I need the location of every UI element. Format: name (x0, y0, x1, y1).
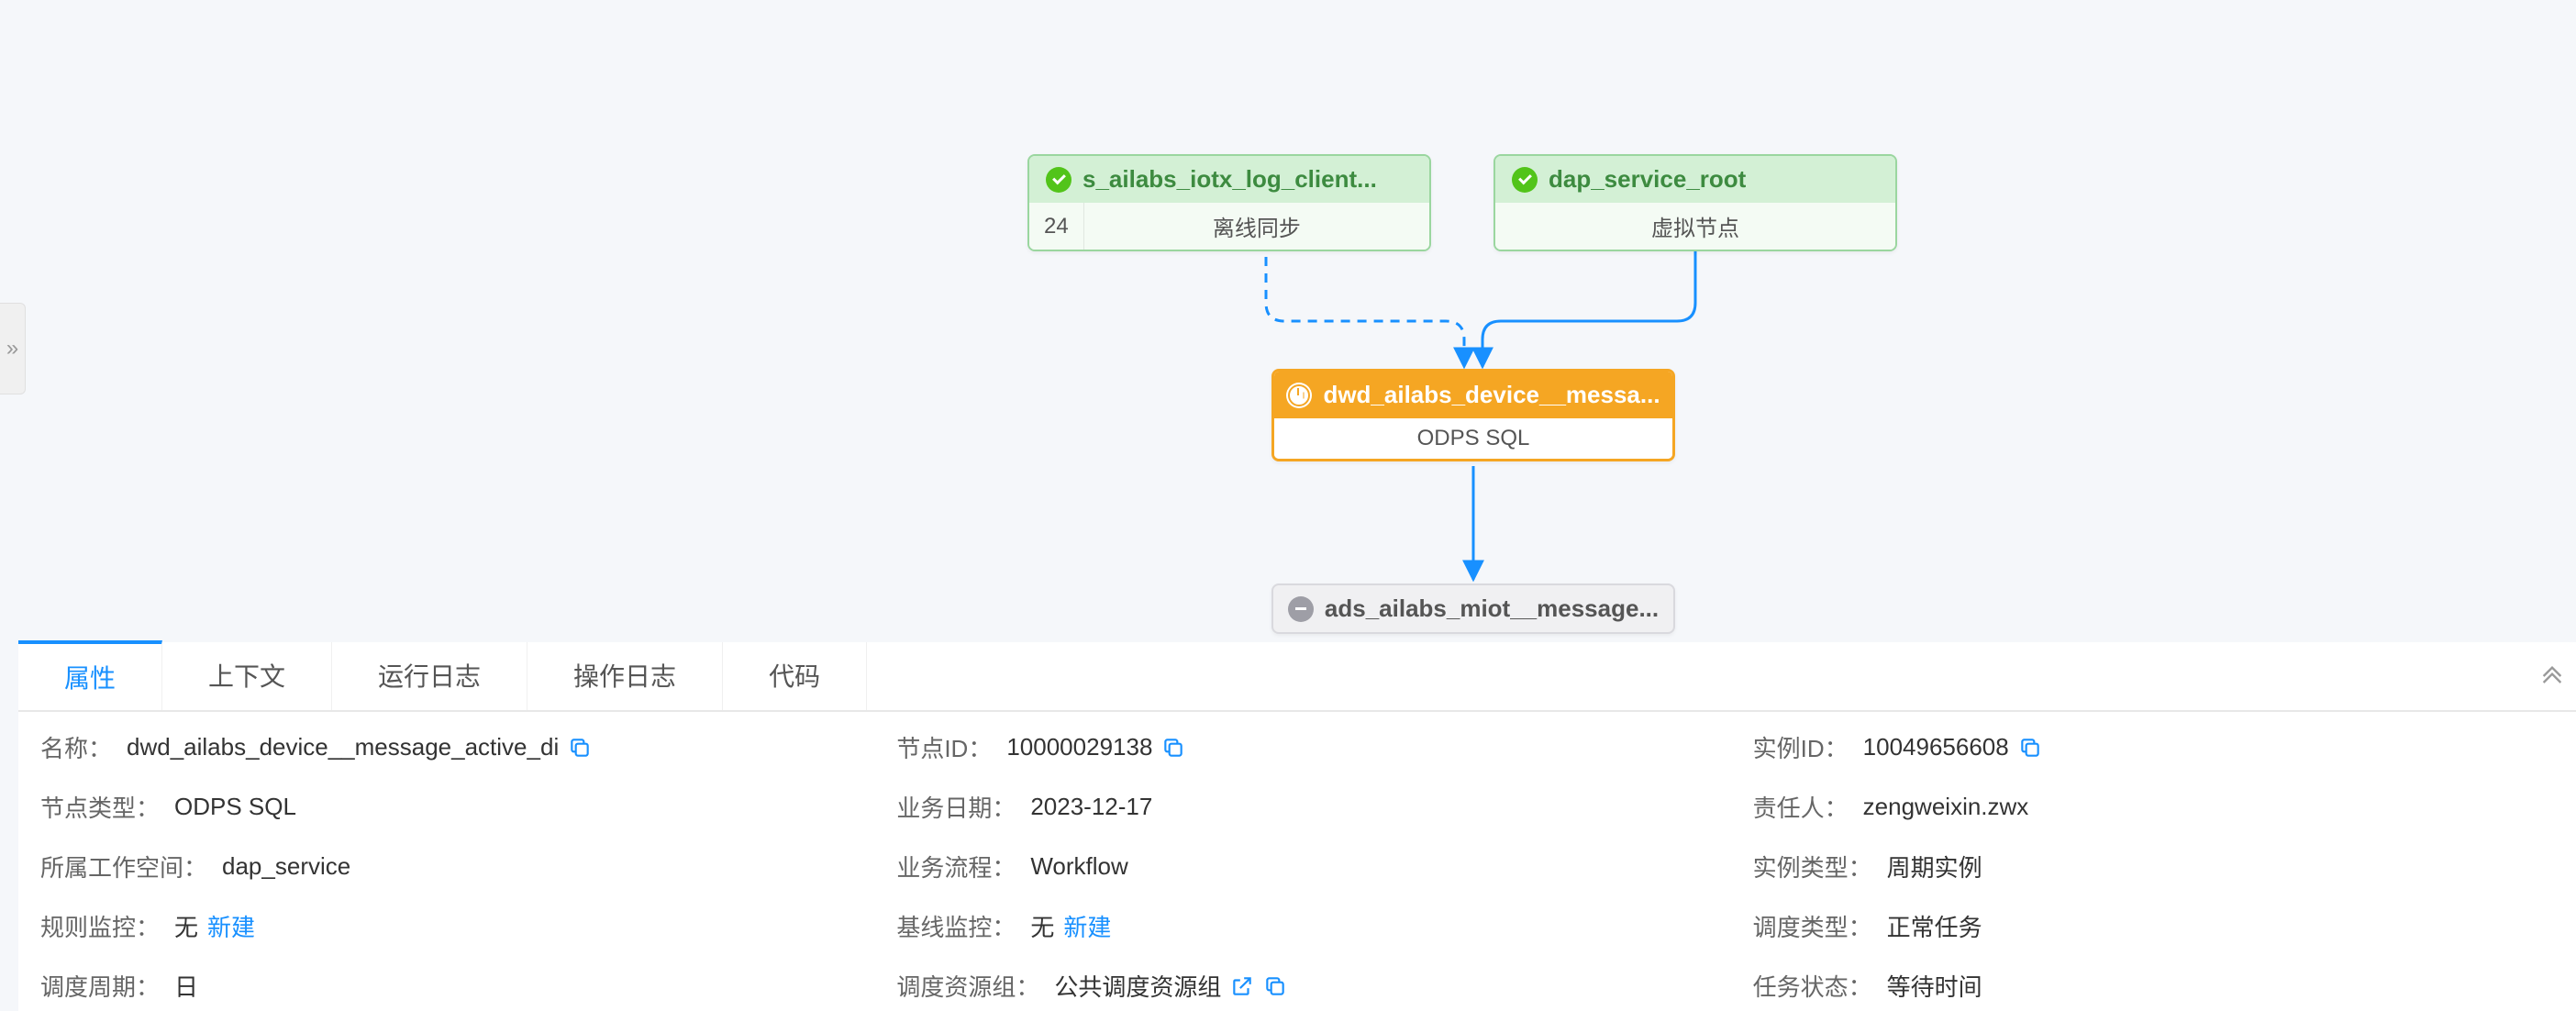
copy-icon[interactable] (2018, 736, 2042, 760)
node-title: dap_service_root (1549, 165, 1746, 194)
node-header: ads_ailabs_miot__message... (1273, 585, 1673, 632)
dag-canvas[interactable]: s_ailabs_iotx_log_client... 24 离线同步 dap_… (0, 0, 2576, 642)
value: ODPS SQL (174, 793, 296, 821)
panel-tabs: 属性 上下文 运行日志 操作日志 代码 (18, 642, 2576, 712)
prop-schedule-cycle: 调度周期： 日 (40, 969, 841, 1003)
prop-node-type: 节点类型： ODPS SQL (40, 790, 841, 824)
node-title: s_ailabs_iotx_log_client... (1083, 165, 1377, 194)
label: 调度周期： (40, 969, 160, 1003)
node-subrow: 24 离线同步 (1029, 203, 1429, 250)
panel-collapse-icon[interactable] (2539, 661, 2565, 693)
prop-node-id: 节点ID： 10000029138 (896, 730, 1697, 764)
node-subtype: ODPS SQL (1274, 418, 1672, 459)
value: 公共调度资源组 (1054, 969, 1221, 1003)
prop-rule-monitor: 规则监控： 无 新建 (40, 909, 841, 943)
value: 2023-12-17 (1030, 793, 1152, 821)
label: 节点类型： (40, 790, 160, 824)
value: 正常任务 (1887, 909, 1982, 943)
label: 调度类型： (1753, 909, 1872, 943)
node-header: dap_service_root (1495, 156, 1895, 203)
prop-biz-date: 业务日期： 2023-12-17 (896, 790, 1697, 824)
prop-workflow: 业务流程： Workflow (896, 850, 1697, 883)
label: 名称： (40, 730, 112, 764)
node-subrow: ODPS SQL (1274, 418, 1672, 459)
tab-context[interactable]: 上下文 (162, 642, 332, 710)
label: 实例ID： (1753, 730, 1849, 764)
value: 等待时间 (1887, 969, 1982, 1003)
prop-owner: 责任人： zengweixin.zwx (1753, 790, 2554, 824)
node-header: s_ailabs_iotx_log_client... (1029, 156, 1429, 203)
label: 规则监控： (40, 909, 160, 943)
tab-run-log[interactable]: 运行日志 (332, 642, 527, 710)
node-title: ads_ailabs_miot__message... (1325, 594, 1659, 623)
node-subtype: 离线同步 (1084, 203, 1429, 250)
value: 10000029138 (1006, 733, 1152, 761)
label: 任务状态： (1753, 969, 1872, 1003)
tab-op-log[interactable]: 操作日志 (527, 642, 723, 710)
label: 节点ID： (896, 730, 992, 764)
dag-edges (0, 0, 2576, 642)
dag-node-s-ailabs-iotx-log-client[interactable]: s_ailabs_iotx_log_client... 24 离线同步 (1027, 154, 1431, 251)
value: Workflow (1030, 852, 1127, 881)
dag-node-ads-ailabs-miot-message[interactable]: ads_ailabs_miot__message... (1271, 583, 1675, 634)
clock-icon (1286, 383, 1312, 408)
label: 基线监控： (896, 909, 1016, 943)
label: 业务日期： (896, 790, 1016, 824)
check-circle-icon (1512, 167, 1538, 193)
node-header: dwd_ailabs_device__messa... (1274, 372, 1672, 418)
prop-task-status: 任务状态： 等待时间 (1753, 969, 2554, 1003)
value: dwd_ailabs_device__message_active_di (127, 733, 559, 761)
label: 实例类型： (1753, 850, 1872, 883)
prop-name: 名称： dwd_ailabs_device__message_active_di (40, 730, 841, 764)
node-title: dwd_ailabs_device__messa... (1323, 381, 1660, 409)
properties-grid: 名称： dwd_ailabs_device__message_active_di… (18, 712, 2576, 1011)
label: 所属工作空间： (40, 850, 207, 883)
app-root: » s_ailabs_iotx_log_client... 24 离线 (0, 0, 2576, 1011)
tab-code[interactable]: 代码 (723, 642, 867, 710)
detail-panel: 属性 上下文 运行日志 操作日志 代码 名称： dwd_ailabs_devic… (18, 642, 2576, 1011)
copy-icon[interactable] (1263, 974, 1287, 998)
new-baseline-link[interactable]: 新建 (1063, 909, 1111, 943)
node-subrow: 虚拟节点 (1495, 203, 1895, 250)
value: 10049656608 (1863, 733, 2009, 761)
label: 调度资源组： (896, 969, 1039, 1003)
prop-baseline-monitor: 基线监控： 无 新建 (896, 909, 1697, 943)
prop-workspace: 所属工作空间： dap_service (40, 850, 841, 883)
copy-icon[interactable] (568, 736, 592, 760)
value: 无 (1030, 909, 1054, 943)
external-link-icon[interactable] (1230, 974, 1254, 998)
prop-schedule-type: 调度类型： 正常任务 (1753, 909, 2554, 943)
value: dap_service (222, 852, 350, 881)
node-count: 24 (1029, 203, 1084, 250)
prop-instance-id: 实例ID： 10049656608 (1753, 730, 2554, 764)
minus-circle-icon (1288, 596, 1314, 622)
prop-instance-type: 实例类型： 周期实例 (1753, 850, 2554, 883)
value: 无 (174, 909, 198, 943)
value: 日 (174, 969, 198, 1003)
label: 业务流程： (896, 850, 1016, 883)
tab-attributes[interactable]: 属性 (18, 640, 162, 710)
dag-node-dwd-ailabs-device-message[interactable]: dwd_ailabs_device__messa... ODPS SQL (1271, 369, 1675, 461)
dag-node-dap-service-root[interactable]: dap_service_root 虚拟节点 (1493, 154, 1897, 251)
check-circle-icon (1046, 167, 1071, 193)
node-subtype: 虚拟节点 (1495, 203, 1895, 250)
prop-schedule-res-group: 调度资源组： 公共调度资源组 (896, 969, 1697, 1003)
label: 责任人： (1753, 790, 1849, 824)
copy-icon[interactable] (1161, 736, 1185, 760)
value: 周期实例 (1887, 850, 1982, 883)
value: zengweixin.zwx (1863, 793, 2029, 821)
new-rule-link[interactable]: 新建 (207, 909, 255, 943)
